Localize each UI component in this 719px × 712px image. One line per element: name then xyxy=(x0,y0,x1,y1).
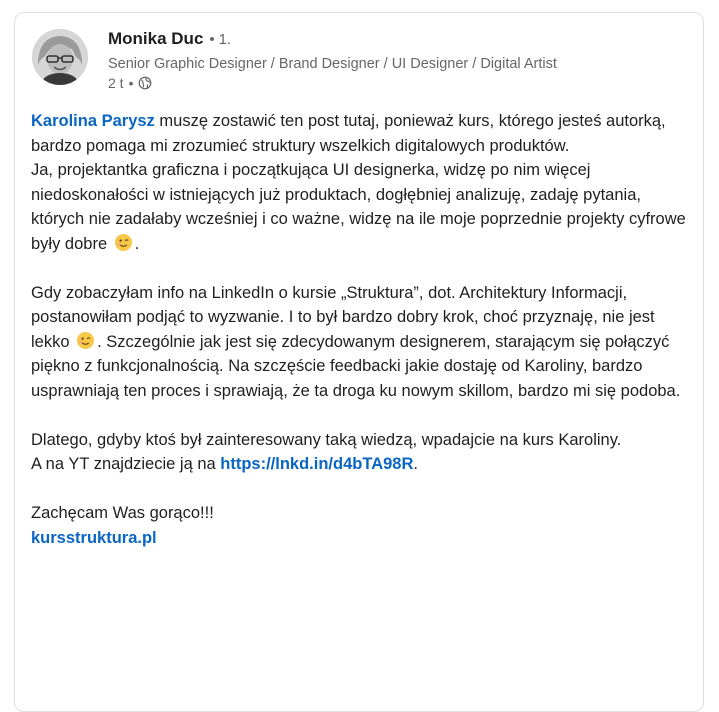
post-body: Karolina Parysz muszę zostawić ten post … xyxy=(31,109,689,550)
paragraph-3-text-b: . Szczególnie jak jest się zdecydowanym … xyxy=(31,332,681,400)
post-time-row: 2 t • xyxy=(108,75,693,91)
name-row: Monika Duc • 1. xyxy=(108,29,693,53)
author-name[interactable]: Monika Duc xyxy=(108,29,203,49)
paragraph-5-post: . xyxy=(413,455,418,473)
post-card: Monika Duc • 1. Senior Graphic Designer /… xyxy=(14,12,704,712)
post-time[interactable]: 2 t xyxy=(108,75,124,91)
time-separator: • xyxy=(128,75,134,91)
wink-emoji-icon xyxy=(77,331,95,349)
avatar-photo xyxy=(32,29,88,85)
degree-value: 1. xyxy=(218,31,232,48)
mention-link[interactable]: Karolina Parysz xyxy=(31,112,155,130)
top-strip xyxy=(0,0,719,10)
paragraph-2-end: . xyxy=(134,234,140,253)
paragraph-1: Karolina Parysz muszę zostawić ten post … xyxy=(31,109,689,158)
connection-degree: • 1. xyxy=(209,31,232,48)
paragraph-5-pre: A na YT znajdziecie ją na xyxy=(31,455,221,473)
paragraph-7: kursstruktura.pl xyxy=(31,526,689,551)
paragraph-2: Ja, projektantka graficzna i początkując… xyxy=(31,158,689,256)
youtube-link[interactable]: https://lnkd.in/d4bTA98R xyxy=(220,455,413,473)
paragraph-4: Dlatego, gdyby ktoś był zainteresowany t… xyxy=(31,430,622,449)
globe-icon xyxy=(139,76,152,90)
author-meta: Monika Duc • 1. Senior Graphic Designer /… xyxy=(108,29,693,91)
post-header: Monika Duc • 1. Senior Graphic Designer /… xyxy=(32,29,693,109)
author-headline: Senior Graphic Designer / Brand Designer… xyxy=(108,56,557,72)
paragraph-5: A na YT znajdziecie ją na https://lnkd.i… xyxy=(31,452,689,477)
website-link[interactable]: kursstruktura.pl xyxy=(31,529,157,547)
paragraph-3: Gdy zobaczyłam info na LinkedIn o kursie… xyxy=(31,281,689,404)
avatar[interactable] xyxy=(32,29,88,85)
wink-emoji-icon xyxy=(114,233,132,251)
paragraph-6: Zachęcam Was gorąco!!! xyxy=(31,504,214,522)
